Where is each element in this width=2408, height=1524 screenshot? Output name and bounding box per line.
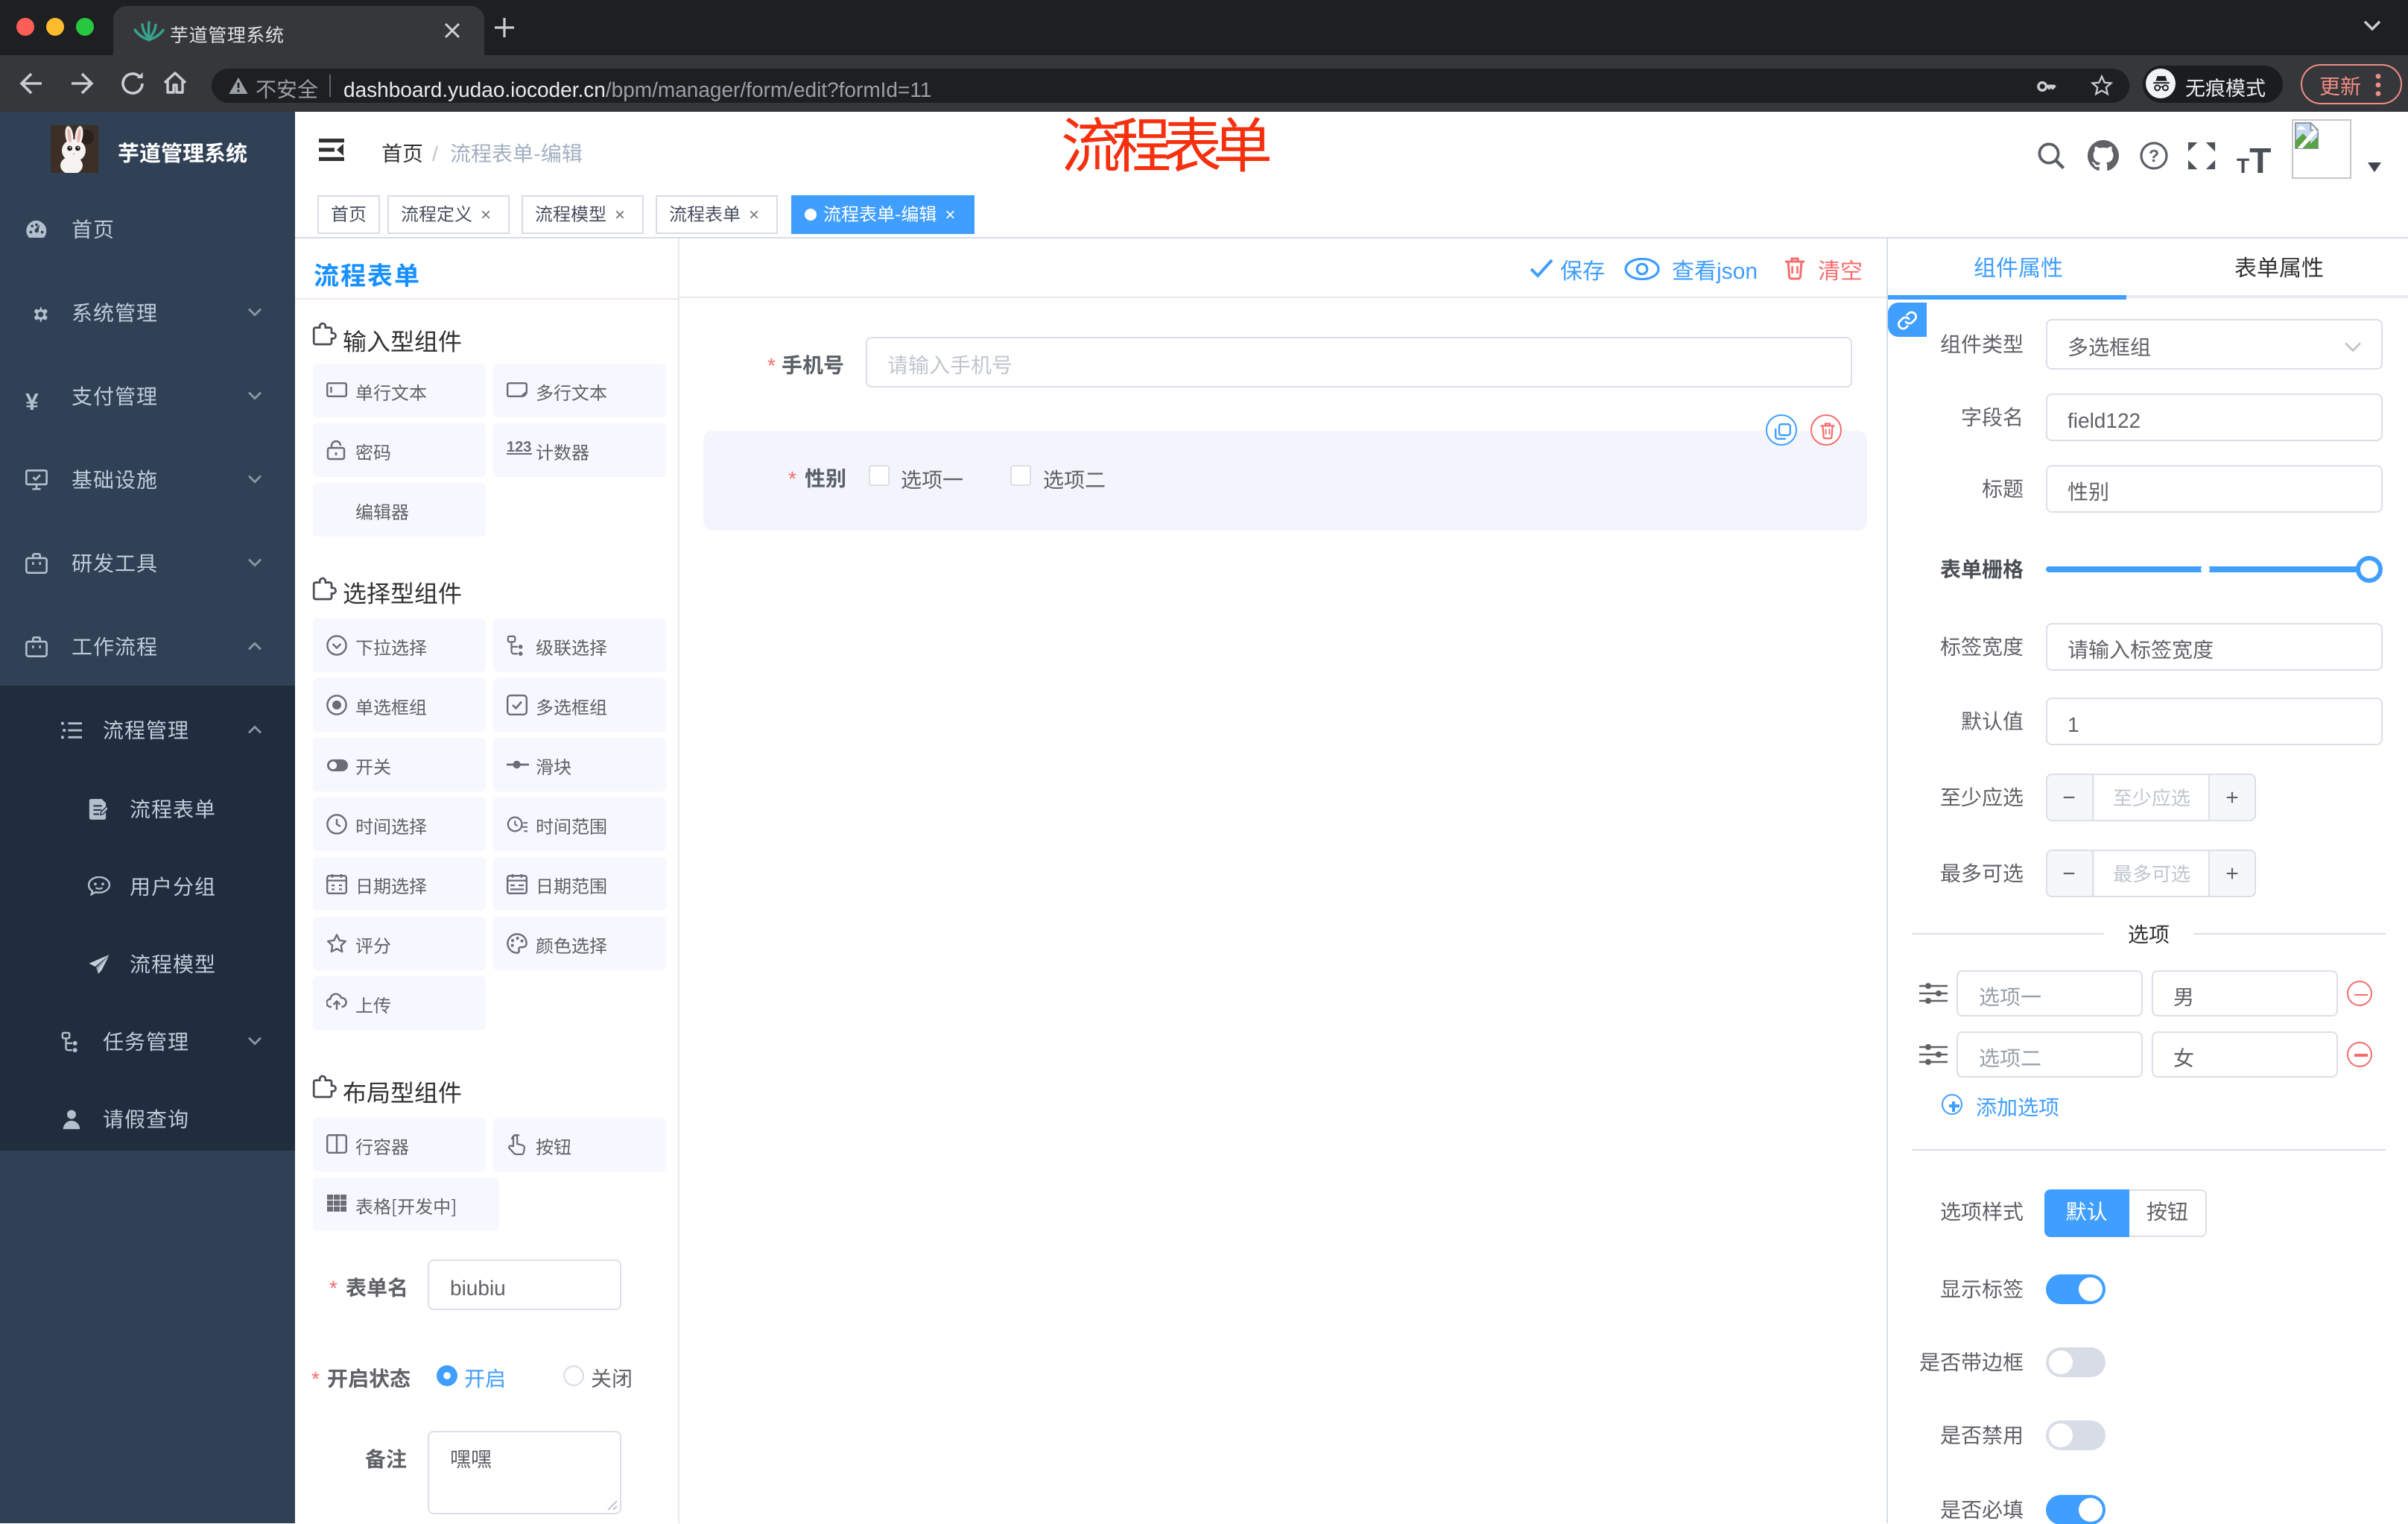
svg-text:?: ? — [2149, 148, 2159, 165]
